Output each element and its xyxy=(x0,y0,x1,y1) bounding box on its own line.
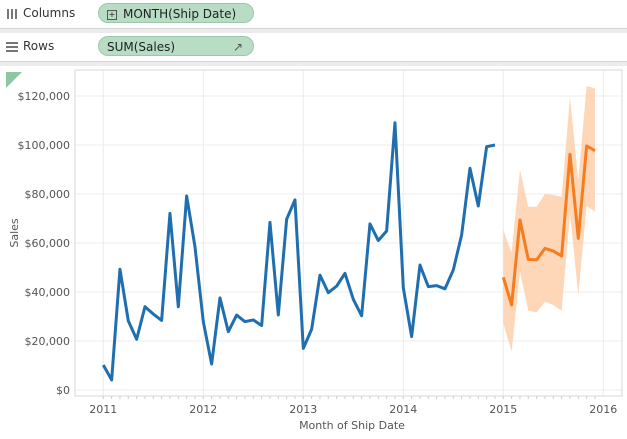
y-tick-label: $40,000 xyxy=(25,286,71,299)
x-axis-title: Month of Ship Date xyxy=(299,419,405,432)
x-tick-label: 2016 xyxy=(589,403,617,416)
y-tick-label: $80,000 xyxy=(25,188,71,201)
y-tick-label: $100,000 xyxy=(18,139,71,152)
y-tick-label: $60,000 xyxy=(25,237,71,250)
y-tick-label: $20,000 xyxy=(25,335,71,348)
forecast-line-chart: $0 $20,000 $40,000 $60,000 $80,000 $100,000 $1… xyxy=(6,69,623,432)
x-tick-label: 2014 xyxy=(389,403,417,416)
x-tick-label: 2013 xyxy=(289,403,317,416)
x-tick-label: 2012 xyxy=(189,403,217,416)
x-tick-label: 2015 xyxy=(489,403,517,416)
y-tick-label: $0 xyxy=(56,384,70,397)
x-axis-ticks: 2011 2012 2013 2014 2015 2016 xyxy=(89,403,617,416)
y-tick-label: $120,000 xyxy=(18,90,71,103)
y-axis-title: Sales xyxy=(8,218,21,248)
corner-marker-icon xyxy=(6,72,22,88)
x-tick-label: 2011 xyxy=(89,403,117,416)
y-axis-ticks: $0 $20,000 $40,000 $60,000 $80,000 $100,000 $1… xyxy=(18,90,71,397)
